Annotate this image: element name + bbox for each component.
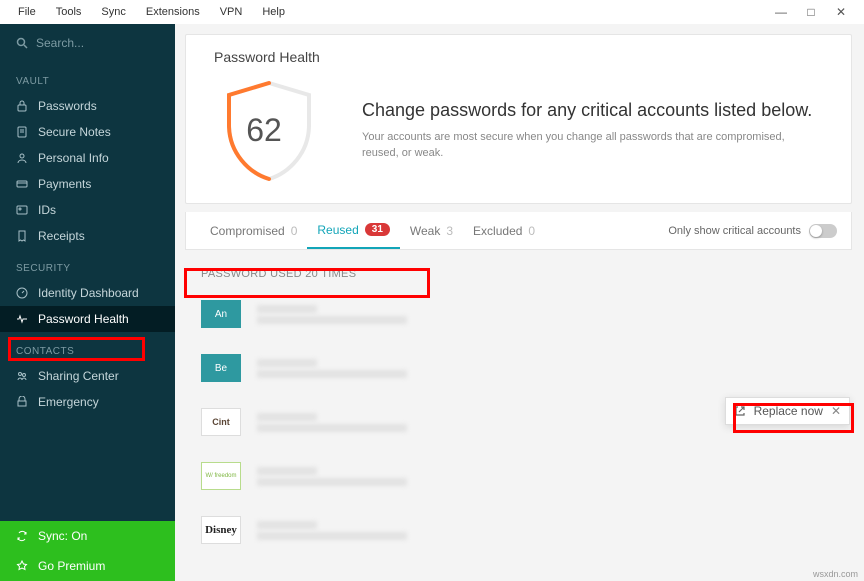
- id-icon: [16, 204, 28, 216]
- health-score-shield: 62: [214, 75, 314, 185]
- tab-weak[interactable]: Weak 3: [400, 212, 463, 249]
- main-panel: Password Health 62 Change passwords for …: [175, 24, 864, 581]
- tabs-row: Compromised 0 Reused 31 Weak 3 Excluded …: [185, 212, 852, 250]
- replace-now-popup: Replace now ✕: [725, 397, 850, 425]
- menu-file[interactable]: File: [8, 6, 46, 18]
- emergency-icon: [16, 396, 28, 408]
- menu-extensions[interactable]: Extensions: [136, 6, 210, 18]
- sidebar-go-premium[interactable]: Go Premium: [0, 551, 175, 581]
- lock-icon: [16, 100, 28, 112]
- sidebar-item-secure-notes[interactable]: Secure Notes: [0, 119, 175, 145]
- list-item[interactable]: Be: [185, 342, 852, 394]
- search-input[interactable]: Search...: [0, 24, 175, 62]
- menu-tools[interactable]: Tools: [46, 6, 92, 18]
- window-close[interactable]: ✕: [826, 5, 856, 19]
- brand-badge: An: [201, 300, 241, 328]
- sidebar-item-payments[interactable]: Payments: [0, 171, 175, 197]
- sidebar-item-ids[interactable]: IDs: [0, 197, 175, 223]
- brand-badge: Disney: [201, 516, 241, 544]
- page-title: Password Health: [214, 49, 823, 65]
- list-item[interactable]: Disney: [185, 504, 852, 556]
- health-header-card: Password Health 62 Change passwords for …: [185, 34, 852, 204]
- sync-icon: [16, 530, 28, 542]
- sidebar-footer: Sync: On Go Premium: [0, 521, 175, 581]
- watermark: wsxdn.com: [813, 569, 858, 579]
- person-icon: [16, 152, 28, 164]
- search-placeholder: Search...: [36, 36, 84, 50]
- sidebar-section-contacts: CONTACTS: [0, 332, 175, 363]
- search-icon: [16, 37, 28, 49]
- menubar: File Tools Sync Extensions VPN Help — □ …: [0, 0, 864, 24]
- health-headline: Change passwords for any critical accoun…: [362, 98, 823, 122]
- replace-now-button[interactable]: Replace now: [754, 404, 823, 418]
- pulse-icon: [16, 313, 28, 325]
- menu-help[interactable]: Help: [252, 6, 295, 18]
- sidebar-section-vault: VAULT: [0, 62, 175, 93]
- window-maximize[interactable]: □: [796, 5, 826, 19]
- reused-count-badge: 31: [365, 223, 390, 236]
- list-item[interactable]: W/ freedom: [185, 450, 852, 502]
- sidebar-sync-status[interactable]: Sync: On: [0, 521, 175, 551]
- password-group-header: PASSWORD USED 20 TIMES: [175, 250, 864, 288]
- sidebar-item-password-health[interactable]: Password Health: [0, 306, 175, 332]
- health-score-value: 62: [246, 112, 282, 149]
- sidebar-item-passwords[interactable]: Passwords: [0, 93, 175, 119]
- tab-reused[interactable]: Reused 31: [307, 212, 400, 249]
- critical-toggle[interactable]: [809, 224, 837, 238]
- sidebar-item-emergency[interactable]: Emergency: [0, 389, 175, 415]
- brand-badge: Cint: [201, 408, 241, 436]
- share-icon: [16, 370, 28, 382]
- dashboard-icon: [16, 287, 28, 299]
- sidebar-item-personal-info[interactable]: Personal Info: [0, 145, 175, 171]
- sidebar-item-receipts[interactable]: Receipts: [0, 223, 175, 249]
- tab-compromised[interactable]: Compromised 0: [200, 212, 307, 249]
- sidebar-item-identity-dashboard[interactable]: Identity Dashboard: [0, 280, 175, 306]
- card-icon: [16, 178, 28, 190]
- menu-sync[interactable]: Sync: [91, 6, 135, 18]
- brand-badge: W/ freedom: [201, 462, 241, 490]
- sidebar: Search... VAULT Passwords Secure Notes P…: [0, 24, 175, 581]
- close-icon[interactable]: ✕: [831, 404, 841, 418]
- window-minimize[interactable]: —: [766, 5, 796, 19]
- star-icon: [16, 560, 28, 572]
- note-icon: [16, 126, 28, 138]
- receipt-icon: [16, 230, 28, 242]
- list-item[interactable]: An: [185, 288, 852, 340]
- health-subtext: Your accounts are most secure when you c…: [362, 130, 823, 162]
- critical-toggle-label: Only show critical accounts: [668, 225, 801, 237]
- sidebar-section-security: SECURITY: [0, 249, 175, 280]
- tab-excluded[interactable]: Excluded 0: [463, 212, 545, 249]
- sidebar-item-sharing-center[interactable]: Sharing Center: [0, 363, 175, 389]
- brand-badge: Be: [201, 354, 241, 382]
- menu-vpn[interactable]: VPN: [210, 6, 253, 18]
- external-link-icon: [734, 405, 746, 417]
